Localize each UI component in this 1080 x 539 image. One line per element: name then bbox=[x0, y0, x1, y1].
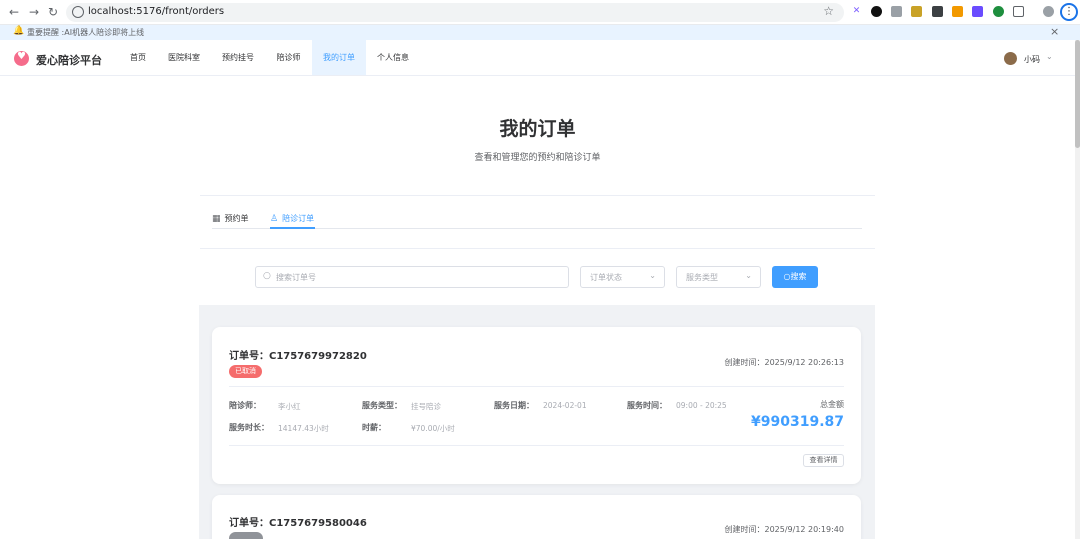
order-number-value: C1757679580046 bbox=[269, 518, 367, 529]
search-icon: ○ bbox=[263, 271, 271, 281]
kebab-menu-icon[interactable]: ⋮ bbox=[1060, 3, 1078, 21]
scrollbar-thumb[interactable] bbox=[1075, 40, 1080, 148]
service-type-label: 服务类型： bbox=[362, 401, 402, 410]
order-card: 订单号：C1757679580046 创建时间：2025/9/12 20:19:… bbox=[212, 495, 861, 539]
extension-card-icon[interactable] bbox=[911, 6, 922, 17]
card-divider bbox=[229, 445, 844, 446]
nav-my-orders[interactable]: 我的订单 bbox=[312, 40, 366, 75]
url-text[interactable]: localhost:5176/front/orders bbox=[88, 6, 224, 17]
user-name[interactable]: 小码 bbox=[1024, 54, 1040, 65]
chevron-down-icon: ⌄ bbox=[649, 271, 656, 280]
extension-purple-icon[interactable] bbox=[972, 6, 983, 17]
companion-value: 李小红 bbox=[278, 402, 301, 411]
extension-camera-icon[interactable] bbox=[891, 6, 902, 17]
nav-companion[interactable]: 陪诊师 bbox=[270, 40, 307, 75]
avatar[interactable] bbox=[1004, 52, 1017, 65]
site-header: 爱心陪诊平台 首页 医院科室 预约挂号 陪诊师 我的订单 个人信息 小码 ⌄ bbox=[0, 40, 1075, 76]
created-time: 创建时间：2025/9/12 20:26:13 bbox=[724, 358, 845, 367]
search-button[interactable]: ○搜索 bbox=[772, 266, 818, 288]
reload-icon[interactable]: ↻ bbox=[45, 4, 61, 20]
page-title: 我的订单 bbox=[499, 118, 576, 140]
site-info-icon[interactable] bbox=[72, 6, 84, 18]
notice-text: 重要提醒 :AI机器人陪诊即将上线 bbox=[27, 28, 145, 37]
nav-hospital-dept[interactable]: 医院科室 bbox=[162, 40, 206, 75]
type-placeholder: 服务类型 bbox=[686, 273, 718, 282]
extension-calc-icon[interactable] bbox=[932, 6, 943, 17]
active-tab-indicator bbox=[270, 227, 315, 229]
created-time: 创建时间：2025/9/12 20:19:40 bbox=[724, 525, 845, 534]
extension-x-icon[interactable]: ✕ bbox=[851, 6, 862, 17]
heart-logo-icon bbox=[14, 51, 29, 66]
total-label: 总金额 bbox=[820, 400, 844, 409]
divider bbox=[200, 195, 875, 196]
nav-registration[interactable]: 预约挂号 bbox=[216, 40, 260, 75]
divider bbox=[200, 248, 875, 249]
extension-green-icon[interactable] bbox=[993, 6, 1004, 17]
service-date-value: 2024-02-01 bbox=[543, 401, 587, 410]
order-card: 订单号：C1757679972820 已取消 创建时间：2025/9/12 20… bbox=[212, 327, 861, 484]
status-badge bbox=[229, 532, 263, 539]
chevron-down-icon[interactable]: ⌄ bbox=[1046, 52, 1053, 61]
card-divider bbox=[229, 386, 844, 387]
extension-dot-icon[interactable] bbox=[952, 6, 963, 17]
notice-bar: 🔔 重要提醒 :AI机器人陪诊即将上线 × bbox=[0, 25, 1080, 40]
back-icon[interactable]: ← bbox=[6, 4, 22, 20]
order-number: 订单号：C1757679580046 bbox=[229, 514, 367, 529]
rate-value: ¥70.00/小时 bbox=[411, 424, 455, 433]
total-amount: ¥990319.87 bbox=[751, 414, 844, 430]
rate-label: 时薪： bbox=[362, 423, 386, 432]
status-placeholder: 订单状态 bbox=[590, 273, 622, 282]
extension-circle-icon[interactable] bbox=[871, 6, 882, 17]
extensions-puzzle-icon[interactable] bbox=[1013, 6, 1024, 17]
search-placeholder: 搜索订单号 bbox=[276, 273, 316, 282]
page-subtitle: 查看和管理您的预约和陪诊订单 bbox=[474, 153, 601, 163]
nav-profile[interactable]: 个人信息 bbox=[372, 40, 414, 75]
companion-label: 陪诊师： bbox=[229, 401, 261, 410]
calendar-icon: ▦ bbox=[212, 214, 221, 224]
service-type-value: 挂号陪诊 bbox=[411, 402, 441, 411]
tab-label: 陪诊订单 bbox=[282, 214, 315, 223]
browser-toolbar: ← → ↻ localhost:5176/front/orders ☆ ✕ ⋮ bbox=[0, 0, 1080, 25]
tab-label: 预约单 bbox=[224, 214, 249, 223]
chevron-down-icon: ⌄ bbox=[745, 271, 752, 280]
tab-companion-orders[interactable]: ♙ 陪诊订单 bbox=[270, 213, 314, 224]
order-number: 订单号：C1757679972820 bbox=[229, 347, 367, 362]
search-button-label: 搜索 bbox=[790, 272, 807, 281]
bookmark-star-icon[interactable]: ☆ bbox=[823, 4, 834, 18]
profile-icon[interactable] bbox=[1043, 6, 1054, 17]
logo-text[interactable]: 爱心陪诊平台 bbox=[36, 52, 102, 68]
service-time-label: 服务时间： bbox=[627, 401, 667, 410]
address-bar[interactable]: localhost:5176/front/orders ☆ bbox=[66, 3, 844, 22]
view-detail-button[interactable]: 查看详情 bbox=[803, 454, 844, 467]
forward-icon[interactable]: → bbox=[26, 4, 42, 20]
status-badge: 已取消 bbox=[229, 365, 262, 378]
search-input[interactable]: ○ 搜索订单号 bbox=[255, 266, 569, 288]
tab-appointments[interactable]: ▦ 预约单 bbox=[212, 213, 249, 224]
status-select[interactable]: 订单状态 ⌄ bbox=[580, 266, 665, 288]
close-icon[interactable]: × bbox=[1050, 25, 1059, 38]
service-time-value: 09:00 - 20:25 bbox=[676, 401, 727, 410]
order-number-label: 订单号： bbox=[229, 518, 269, 529]
duration-label: 服务时长： bbox=[229, 423, 269, 432]
service-date-label: 服务日期： bbox=[494, 401, 534, 410]
duration-value: 14147.43小时 bbox=[278, 424, 329, 433]
order-number-label: 订单号： bbox=[229, 351, 269, 362]
bell-icon: 🔔 bbox=[13, 26, 25, 36]
nav-home[interactable]: 首页 bbox=[124, 40, 152, 75]
user-icon: ♙ bbox=[270, 214, 279, 224]
service-type-select[interactable]: 服务类型 ⌄ bbox=[676, 266, 761, 288]
order-number-value: C1757679972820 bbox=[269, 351, 367, 362]
